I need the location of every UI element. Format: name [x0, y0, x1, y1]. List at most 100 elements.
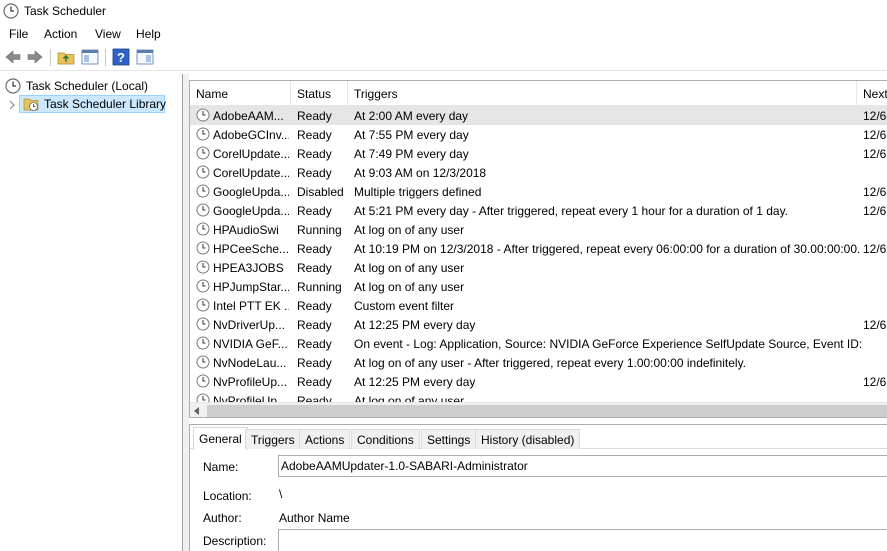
task-row[interactable]: HPCeeSche... Ready At 10:19 PM on 12/3/201…: [190, 239, 887, 258]
tab-history[interactable]: History (disabled): [475, 429, 581, 449]
task-name: NvProfileUp...: [213, 394, 288, 402]
task-next-run: 12/6,: [863, 318, 887, 332]
task-row[interactable]: NvDriverUp... Ready At 12:25 PM every day 1…: [190, 315, 887, 334]
detail-tabs: General Triggers Actions Conditions Sett…: [190, 425, 887, 450]
forward-icon[interactable]: [26, 48, 44, 66]
menu-action[interactable]: Action: [44, 27, 77, 41]
task-triggers: At 7:55 PM every day: [354, 128, 469, 142]
task-row[interactable]: AdobeAAM... Ready At 2:00 AM every day 12/6…: [190, 106, 887, 125]
task-row[interactable]: NVIDIA GeF... Ready On event - Log: Applic…: [190, 334, 887, 353]
tab-actions[interactable]: Actions: [299, 429, 351, 449]
location-label: Location:: [203, 489, 252, 503]
task-triggers: At log on of any user - After triggered,…: [354, 356, 747, 370]
help-icon[interactable]: ?: [112, 48, 130, 66]
task-name: GoogleUpda...: [213, 204, 289, 218]
column-header-name[interactable]: Name: [190, 81, 291, 106]
task-clock-icon: [196, 260, 210, 274]
column-header-status[interactable]: Status: [291, 81, 348, 106]
task-row[interactable]: CorelUpdate... Ready At 7:49 PM every day 1…: [190, 144, 887, 163]
task-name: HPAudioSwi: [213, 223, 279, 237]
task-status: Ready: [297, 147, 332, 161]
show-hide-console-tree-icon[interactable]: [81, 48, 99, 66]
clock-icon: [5, 78, 21, 94]
task-scheduler-clock-icon: [3, 3, 19, 19]
author-label: Author:: [203, 511, 242, 525]
tab-general[interactable]: General: [193, 427, 248, 450]
task-clock-icon: [196, 184, 210, 198]
task-rows: AdobeAAM... Ready At 2:00 AM every day 12/6…: [190, 106, 887, 402]
task-status: Ready: [297, 356, 332, 370]
tree-item-task-scheduler-library[interactable]: Task Scheduler Library: [19, 95, 167, 113]
show-hide-action-pane-icon[interactable]: [136, 48, 154, 66]
description-field[interactable]: [278, 529, 887, 551]
tab-settings[interactable]: Settings: [421, 429, 477, 449]
task-next-run: 12/6,: [863, 147, 887, 161]
task-row[interactable]: HPAudioSwi Running At log on of any user: [190, 220, 887, 239]
menu-file[interactable]: File: [9, 27, 28, 41]
task-row[interactable]: NvProfileUp... Ready At 12:25 PM every day…: [190, 372, 887, 391]
task-next-run: 12/6,: [863, 185, 887, 199]
task-clock-icon: [196, 336, 210, 350]
menu-bar: File Action View Help: [0, 24, 887, 44]
task-status: Ready: [297, 204, 332, 218]
expand-chevron-icon[interactable]: [8, 100, 16, 110]
tree-item-task-scheduler-local[interactable]: Task Scheduler (Local): [2, 77, 180, 95]
task-row[interactable]: CorelUpdate... Ready At 9:03 AM on 12/3/20…: [190, 163, 887, 182]
task-list: Name Status Triggers Next AdobeAAM... Rea…: [189, 80, 887, 418]
task-triggers: At 12:25 PM every day: [354, 318, 476, 332]
column-header-triggers[interactable]: Triggers: [348, 81, 857, 106]
task-triggers: At log on of any user: [354, 280, 465, 294]
name-field[interactable]: AdobeAAMUpdater-1.0-SABARI-Administrator: [278, 455, 887, 477]
task-next-run: 12/6,: [863, 204, 887, 218]
task-status: Ready: [297, 261, 332, 275]
task-triggers: At 9:03 AM on 12/3/2018: [354, 166, 487, 180]
toolbar: ?: [0, 45, 887, 71]
task-row[interactable]: HPJumpStar... Running At log on of any use…: [190, 277, 887, 296]
task-clock-icon: [196, 127, 210, 141]
tab-triggers[interactable]: Triggers: [245, 429, 301, 449]
tab-conditions[interactable]: Conditions: [351, 429, 420, 449]
task-row[interactable]: NvProfileUp... Ready At log on of any user: [190, 391, 887, 402]
tree-item-label: Task Scheduler Library: [44, 97, 167, 111]
column-header-next-run[interactable]: Next: [857, 81, 887, 106]
menu-help[interactable]: Help: [136, 27, 161, 41]
toolbar-separator: [50, 49, 51, 66]
task-clock-icon: [196, 165, 210, 179]
task-list-header: Name Status Triggers Next: [190, 81, 887, 106]
back-icon[interactable]: [4, 48, 22, 66]
task-status: Ready: [297, 318, 332, 332]
location-value: \: [279, 487, 283, 501]
task-triggers: Multiple triggers defined: [354, 185, 482, 199]
svg-text:?: ?: [117, 50, 125, 65]
task-status: Disabled: [297, 185, 344, 199]
task-status: Ready: [297, 375, 332, 389]
task-row[interactable]: HPEA3JOBS Ready At log on of any user: [190, 258, 887, 277]
task-name: AdobeGCInv...: [213, 128, 289, 142]
folder-clock-icon: [23, 98, 39, 111]
task-row[interactable]: AdobeGCInv... Ready At 7:55 PM every day 12…: [190, 125, 887, 144]
task-status: Ready: [297, 299, 332, 313]
task-row[interactable]: GoogleUpda... Ready At 5:21 PM every day -…: [190, 201, 887, 220]
task-clock-icon: [196, 393, 210, 402]
task-clock-icon: [196, 279, 210, 293]
task-name: HPEA3JOBS: [213, 261, 284, 275]
menu-view[interactable]: View: [95, 27, 121, 41]
horizontal-scrollbar[interactable]: [190, 402, 887, 417]
task-row[interactable]: NvNodeLau... Ready At log on of any user -…: [190, 353, 887, 372]
task-clock-icon: [196, 108, 210, 122]
task-row[interactable]: Intel PTT EK ... Ready Custom event filter: [190, 296, 887, 315]
scroll-left-arrow-icon[interactable]: [194, 407, 199, 415]
task-row[interactable]: GoogleUpda... Disabled Multiple triggers d…: [190, 182, 887, 201]
task-name: HPCeeSche...: [213, 242, 289, 256]
up-folder-icon[interactable]: [57, 48, 75, 66]
task-clock-icon: [196, 355, 210, 369]
task-status: Ready: [297, 242, 332, 256]
task-triggers: Custom event filter: [354, 299, 455, 313]
task-name: AdobeAAM...: [213, 109, 284, 123]
task-status: Ready: [297, 128, 332, 142]
toolbar-separator: [105, 49, 106, 66]
task-triggers: On event - Log: Application, Source: NVI…: [354, 337, 862, 351]
task-clock-icon: [196, 222, 210, 236]
task-scheduler-window: Task Scheduler File Action View Help ? T…: [0, 0, 887, 551]
scrollbar-thumb[interactable]: [207, 405, 887, 417]
